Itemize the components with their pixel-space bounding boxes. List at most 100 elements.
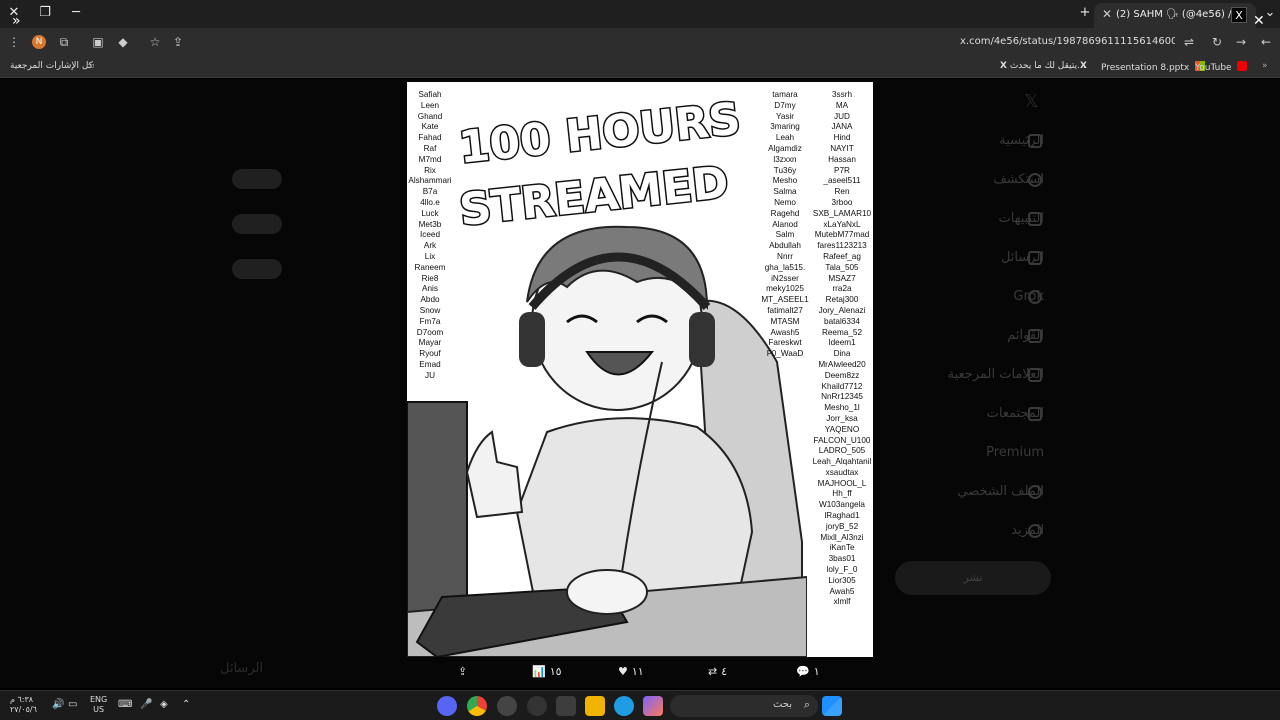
supporter-name: Awah5	[829, 586, 855, 596]
menu-kebab-icon[interactable]: ⋮	[6, 34, 22, 50]
views-button[interactable]: 📊 ١٥	[532, 665, 562, 678]
system-clock[interactable]: ٦:٣٨ م ٢٧/٠٥/٦	[10, 695, 37, 715]
supporter-name: NAYIT	[830, 143, 854, 153]
supporter-name: Ark	[423, 241, 437, 251]
bell-icon	[1028, 212, 1042, 226]
supporter-name: Hassan	[828, 154, 856, 164]
supporter-name: Anis	[422, 284, 438, 294]
search-icon: ⌕	[803, 698, 810, 711]
profile-avatar[interactable]: N	[32, 35, 46, 49]
supporter-name: loly_F_0	[826, 565, 858, 575]
discord-app-icon[interactable]	[437, 696, 457, 716]
headline-graphic: 100 HOURS STREAMED	[455, 92, 744, 236]
reload-icon[interactable]: ↻	[1209, 34, 1225, 50]
supporter-name: FALCON_U100	[813, 435, 871, 445]
app-icon-3[interactable]	[497, 696, 517, 716]
supporter-name: JUD	[834, 111, 850, 121]
edge-app-icon[interactable]	[614, 696, 634, 716]
back-icon[interactable]: ←	[1258, 34, 1274, 50]
diamond-extension-icon[interactable]: ◆	[115, 34, 131, 50]
folder-icon[interactable]: ▭	[86, 61, 95, 71]
site-settings-icon[interactable]: ⇌	[1181, 34, 1197, 50]
supporter-name: Leah	[775, 133, 795, 143]
supporter-name: Jory_Alenazi	[818, 305, 866, 315]
supporter-name: Rafeef_ag	[823, 251, 861, 261]
supporter-name: tamara	[772, 90, 798, 99]
supporter-name: xLaYaNxL	[823, 219, 861, 229]
address-bar[interactable]: x.com/4e56/status/1987869611115614600/ph…	[960, 36, 1175, 50]
bookmark-youtube[interactable]: YouTube	[1195, 61, 1250, 73]
tab-close-icon[interactable]: ✕	[1102, 7, 1112, 21]
supporter-name: Raneem	[414, 262, 446, 272]
more-bookmarks-chevron-icon[interactable]: »	[1262, 61, 1268, 71]
share-page-icon[interactable]: ⇪	[170, 34, 186, 50]
minimize-window-button[interactable]: ─	[68, 5, 84, 21]
supporter-name: batal6334	[824, 316, 860, 326]
supporter-name: Awash5	[770, 327, 800, 337]
supporter-name: rra2a	[832, 284, 852, 294]
new-tab-button[interactable]: +	[1077, 5, 1093, 21]
supporter-name: Lix	[424, 251, 436, 261]
repost-icon: ⇄	[708, 665, 718, 678]
store-app-icon[interactable]	[556, 696, 576, 716]
repost-button[interactable]: ⇄ ٤	[708, 665, 727, 678]
supporter-name: Retaj300	[825, 295, 859, 305]
supporter-name: Leen	[420, 100, 440, 110]
browser-tab-active[interactable]: ✕ (2) SAHM 🗣 (@4e56) / X X	[1094, 3, 1256, 28]
tray-app-icon[interactable]: ◈	[160, 699, 168, 710]
sidebar-icon[interactable]: ▣	[90, 34, 106, 50]
reply-button[interactable]: 💬 ١	[796, 665, 820, 678]
supporter-name: D7oom	[416, 327, 444, 337]
supporter-name: SXB_LAMAR10	[812, 208, 872, 218]
restore-window-button[interactable]: ❐	[37, 5, 53, 21]
all-bookmarks-link[interactable]: كل الإشارات المرجعية	[10, 61, 93, 71]
mic-icon[interactable]: 🎤	[140, 699, 152, 710]
settings-app-icon[interactable]	[527, 696, 547, 716]
extensions-icon[interactable]: ⧉	[56, 34, 72, 50]
close-viewer-icon[interactable]: ✕	[1253, 13, 1265, 29]
bookmark-star-icon[interactable]: ☆	[147, 34, 163, 50]
supporter-name: Tala_505	[825, 262, 859, 272]
x-icon: X	[1080, 61, 1087, 71]
more-icon	[1028, 524, 1042, 538]
supporter-name: Snow	[419, 305, 441, 315]
youtube-icon	[1237, 61, 1248, 71]
share-icon[interactable]: ⇪	[458, 665, 467, 678]
lists-icon	[1028, 329, 1042, 343]
keyboard-icon[interactable]: ⌨	[118, 699, 132, 710]
supporter-name: MutebM77mad	[814, 230, 870, 240]
supporter-name: iKanTe	[829, 543, 855, 553]
supporters-list-right: 3ssrh MA JUD JANA Hind NAYIT Hassan P7R _aseel51…	[811, 90, 873, 608]
supporter-name: Mayar	[418, 338, 442, 348]
tray-expand-chevron-icon[interactable]: ⌃	[182, 699, 190, 710]
chrome-app-icon[interactable]	[467, 696, 487, 716]
language-indicator[interactable]: ENG US	[90, 695, 107, 715]
x-icon: X	[1000, 61, 1007, 71]
bookmark-x-2[interactable]: X	[1080, 61, 1087, 71]
supporter-name: Alanod	[772, 219, 798, 229]
network-icon[interactable]: ▭	[68, 699, 77, 710]
taskbar-search[interactable]: بحث ⌕	[670, 695, 818, 717]
volume-icon[interactable]: 🔊	[52, 699, 64, 710]
supporter-name: Salma	[773, 187, 797, 197]
forward-icon[interactable]: →	[1233, 34, 1249, 50]
supporter-name: Hind	[833, 133, 851, 143]
supporter-name: _aseel511	[823, 176, 861, 186]
like-button[interactable]: ♥ ١١	[618, 665, 644, 678]
analytics-icon: 📊	[532, 665, 546, 678]
file-explorer-icon[interactable]	[585, 696, 605, 716]
bookmark-x[interactable]: X يتيقل لك ما يحدث...	[1000, 61, 1086, 71]
x-logo-icon: 𝕏	[1024, 91, 1039, 112]
windows-start-icon[interactable]	[822, 696, 842, 716]
supporter-name: l3zxxn	[773, 154, 797, 164]
premium-x-icon	[1028, 446, 1042, 460]
supporter-name: Nemo	[774, 197, 796, 207]
copilot-app-icon[interactable]	[643, 696, 663, 716]
expand-sidebar-icon[interactable]: »	[12, 13, 21, 29]
supporter-name: Mesho	[772, 176, 798, 186]
bookmark-presentation[interactable]: Presentation 8.pptx	[1101, 61, 1208, 73]
supporter-name: fares1123213	[817, 241, 867, 251]
supporter-name: LADRO_505	[818, 446, 866, 456]
supporter-name: 3bas01	[828, 554, 856, 564]
supporter-name: 3maring	[770, 122, 800, 132]
